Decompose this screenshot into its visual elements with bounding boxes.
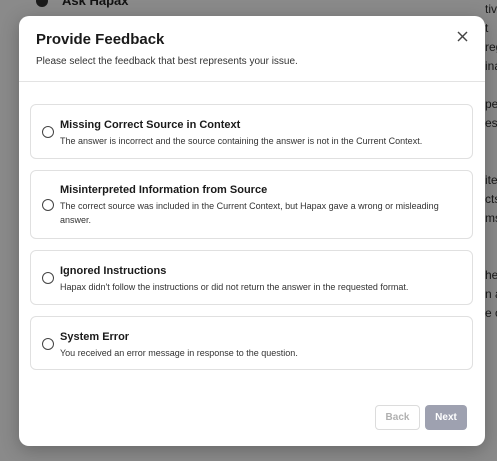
modal-subtitle: Please select the feedback that best rep… [36, 56, 298, 67]
option-description: The answer is incorrect and the source c… [60, 136, 423, 146]
radio-button[interactable] [42, 199, 54, 211]
option-misinterpreted[interactable]: Misinterpreted Information from Source T… [30, 170, 473, 239]
option-system-error[interactable]: System Error You received an error messa… [30, 316, 473, 370]
radio-button[interactable] [42, 338, 54, 350]
modal-title: Provide Feedback [36, 31, 165, 48]
modal-header: Provide Feedback Please select the feedb… [19, 16, 485, 82]
close-button[interactable] [452, 26, 472, 46]
option-title: Misinterpreted Information from Source [60, 184, 268, 196]
radio-button[interactable] [42, 126, 54, 138]
close-icon [457, 31, 467, 41]
next-button[interactable]: Next [425, 405, 467, 430]
option-missing-source[interactable]: Missing Correct Source in Context The an… [30, 104, 473, 159]
option-title: System Error [60, 331, 130, 343]
option-ignored-instructions[interactable]: Ignored Instructions Hapax didn't follow… [30, 250, 473, 305]
back-button[interactable]: Back [375, 405, 420, 430]
option-description: Hapax didn't follow the instructions or … [60, 282, 409, 292]
option-title: Ignored Instructions [60, 265, 167, 277]
option-title: Missing Correct Source in Context [60, 119, 241, 131]
radio-button[interactable] [42, 272, 54, 284]
feedback-modal: Provide Feedback Please select the feedb… [19, 16, 485, 446]
option-description: You received an error message in respons… [60, 348, 298, 358]
option-description: The correct source was included in the C… [60, 201, 439, 225]
